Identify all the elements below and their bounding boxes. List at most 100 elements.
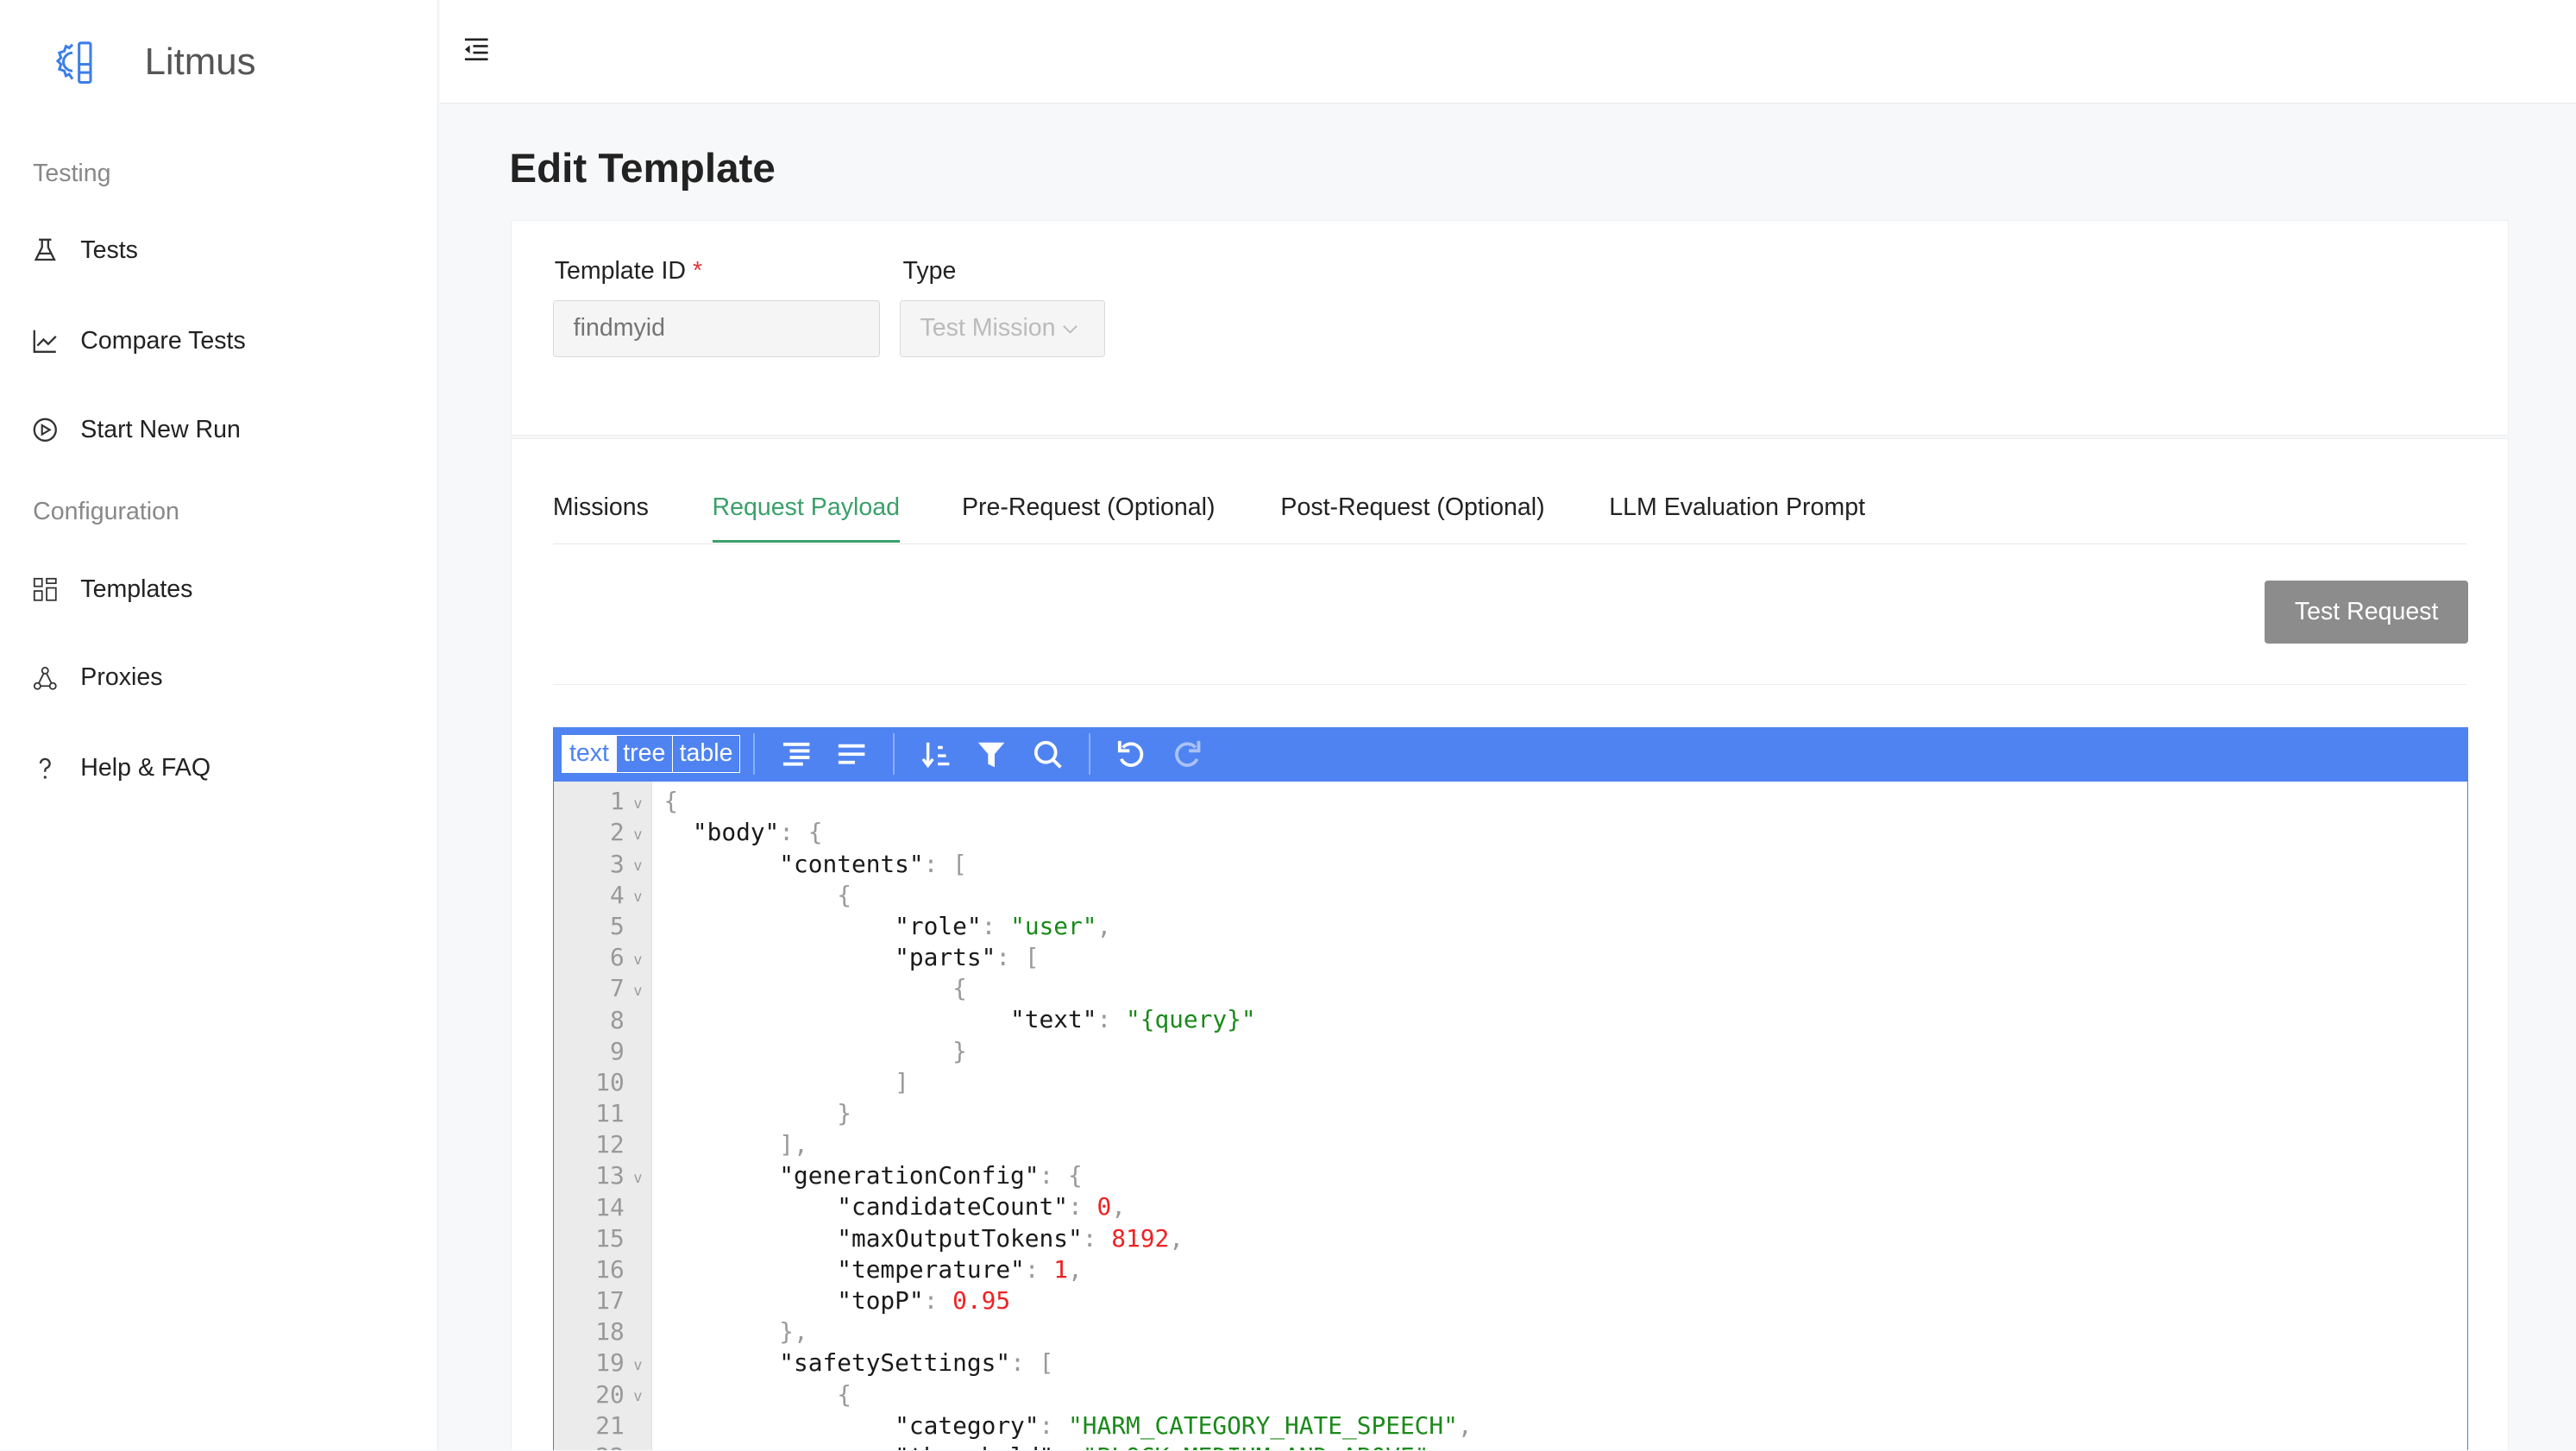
sidebar: Litmus Testing Tests Compare Tests Start… — [0, 0, 439, 1451]
code-line: "body": { — [663, 818, 823, 847]
menu-fold-icon[interactable] — [463, 36, 489, 62]
question-icon — [39, 758, 51, 779]
code-line: "maxOutputTokens": 8192, — [663, 1223, 1184, 1253]
template-id-input[interactable] — [552, 299, 880, 358]
fold-toggle-icon[interactable]: v — [634, 888, 642, 906]
search-button[interactable] — [1026, 732, 1069, 776]
type-label: Type — [902, 257, 957, 286]
sidebar-item-label: Templates — [80, 575, 193, 603]
payload-card: Missions Request Payload Pre-Request (Op… — [511, 438, 2509, 1451]
sidebar-item-compare-tests[interactable]: Compare Tests — [33, 327, 246, 355]
sort-button[interactable] — [914, 732, 958, 776]
code-line: "text": "{query}" — [663, 1005, 1256, 1034]
code-line: }, — [779, 1317, 808, 1347]
code-line: "category": "HARM_CATEGORY_HATE_SPEECH", — [663, 1410, 1473, 1440]
filter-icon — [978, 742, 1005, 768]
page-title: Edit Template — [509, 145, 776, 192]
sidebar-item-label: Tests — [80, 236, 138, 265]
tab-missions[interactable]: Missions — [553, 493, 649, 540]
grid-icon — [33, 577, 57, 601]
sidebar-item-templates[interactable]: Templates — [33, 575, 192, 604]
tab-post-request[interactable]: Post-Request (Optional) — [1280, 493, 1544, 540]
compact-icon — [839, 744, 865, 764]
chevron-down-icon — [1063, 324, 1078, 334]
template-info-card: Template ID * Type Test Mission — [511, 220, 2509, 436]
editor-toolbar: text tree table — [553, 726, 2468, 782]
code-line: { — [663, 787, 679, 816]
code-line: "safetySettings": [ — [663, 1348, 1054, 1378]
mode-switch: text tree table — [562, 735, 741, 773]
sidebar-item-label: Proxies — [80, 663, 163, 692]
fold-toggle-icon[interactable]: v — [634, 795, 642, 813]
redo-icon — [1174, 740, 1201, 767]
code-line: ] — [895, 1067, 909, 1096]
fold-toggle-icon[interactable]: v — [634, 1387, 642, 1405]
code-line: "contents": [ — [663, 849, 967, 878]
sidebar-item-help-faq[interactable]: Help & FAQ — [33, 754, 210, 782]
code-line: } — [952, 1036, 967, 1065]
line-number: 16 — [595, 1254, 625, 1284]
section-configuration: Configuration — [33, 498, 179, 525]
top-bar — [440, 0, 2576, 104]
logo[interactable]: Litmus — [55, 40, 256, 85]
line-number: 21 — [595, 1410, 625, 1440]
line-number-gutter: 1 v 2 v 3 v 4 v 5 6 v 7 v 8 9 10 11 12 13 v 14 15 16 17 18 19 v 20 v… — [553, 781, 653, 1451]
test-request-button[interactable]: Test Request — [2265, 581, 2469, 644]
code-line: } — [837, 1098, 851, 1128]
sidebar-item-start-new-run[interactable]: Start New Run — [33, 416, 241, 444]
section-testing: Testing — [33, 159, 111, 187]
sidebar-item-proxies[interactable]: Proxies — [33, 663, 163, 692]
code-line: "threshold": "BLOCK_MEDIUM_AND_ABOVE" — [652, 1442, 2467, 1451]
flask-icon — [34, 239, 56, 261]
filter-button[interactable] — [971, 732, 1014, 776]
fold-toggle-icon[interactable]: v — [634, 1356, 642, 1374]
fold-toggle-icon[interactable]: v — [634, 951, 642, 969]
json-editor: text tree table 1 v 2 v 3 v 4 v 5 6 v 7 v 8 9 10 11 12 13 v… — [552, 726, 2469, 1451]
fold-toggle-icon[interactable]: v — [634, 826, 642, 844]
undo-button[interactable] — [1109, 732, 1153, 776]
code-line: "topP": 0.95 — [663, 1285, 1011, 1315]
line-number: 11 — [595, 1099, 625, 1128]
tab-llm-evaluation-prompt[interactable]: LLM Evaluation Prompt — [1609, 493, 1865, 540]
compact-button[interactable] — [831, 732, 874, 776]
line-number: 8 — [609, 1005, 625, 1034]
code-line: "parts": [ — [663, 943, 1040, 972]
line-number: 5 — [609, 911, 625, 940]
code-line: "candidateCount": 0, — [663, 1192, 1126, 1222]
sidebar-item-label: Start New Run — [80, 415, 241, 443]
app-name: Litmus — [144, 41, 256, 84]
fold-toggle-icon[interactable]: v — [634, 857, 642, 875]
sidebar-item-label: Compare Tests — [80, 326, 246, 355]
code-line: { — [952, 974, 967, 1003]
line-number: 22 — [554, 1442, 652, 1450]
search-icon — [1034, 740, 1062, 769]
line-number: 12 — [595, 1130, 625, 1159]
line-chart-icon — [33, 330, 57, 354]
format-icon — [782, 742, 810, 766]
code-line: "temperature": 1, — [663, 1254, 1083, 1284]
tab-request-payload[interactable]: Request Payload — [712, 493, 900, 543]
fold-toggle-icon[interactable]: v — [634, 1169, 642, 1187]
line-number: 15 — [595, 1223, 625, 1253]
type-select[interactable]: Test Mission — [899, 299, 1105, 358]
sidebar-item-label: Help & FAQ — [80, 754, 211, 782]
fold-toggle-icon[interactable]: v — [634, 982, 642, 1000]
network-icon — [33, 666, 57, 690]
code-line: "role": "user", — [663, 911, 1112, 940]
line-number: 9 — [609, 1036, 625, 1065]
divider — [552, 684, 2467, 685]
logo-icon — [55, 41, 92, 84]
format-button[interactable] — [775, 732, 818, 776]
mode-table[interactable]: table — [672, 736, 739, 772]
code-line: ], — [779, 1130, 808, 1159]
mode-tree[interactable]: tree — [615, 736, 672, 772]
line-number: 18 — [595, 1317, 625, 1347]
code-area[interactable]: { "body": { "contents": [ { "role": "use… — [652, 786, 2467, 1450]
tab-bar: Missions Request Payload Pre-Request (Op… — [552, 439, 2467, 545]
redo-button[interactable] — [1165, 732, 1209, 776]
tab-pre-request[interactable]: Pre-Request (Optional) — [962, 493, 1216, 540]
template-id-label: Template ID * — [554, 257, 703, 286]
play-circle-icon — [33, 418, 58, 442]
sidebar-item-tests[interactable]: Tests — [33, 236, 138, 265]
mode-text[interactable]: text — [562, 736, 616, 772]
